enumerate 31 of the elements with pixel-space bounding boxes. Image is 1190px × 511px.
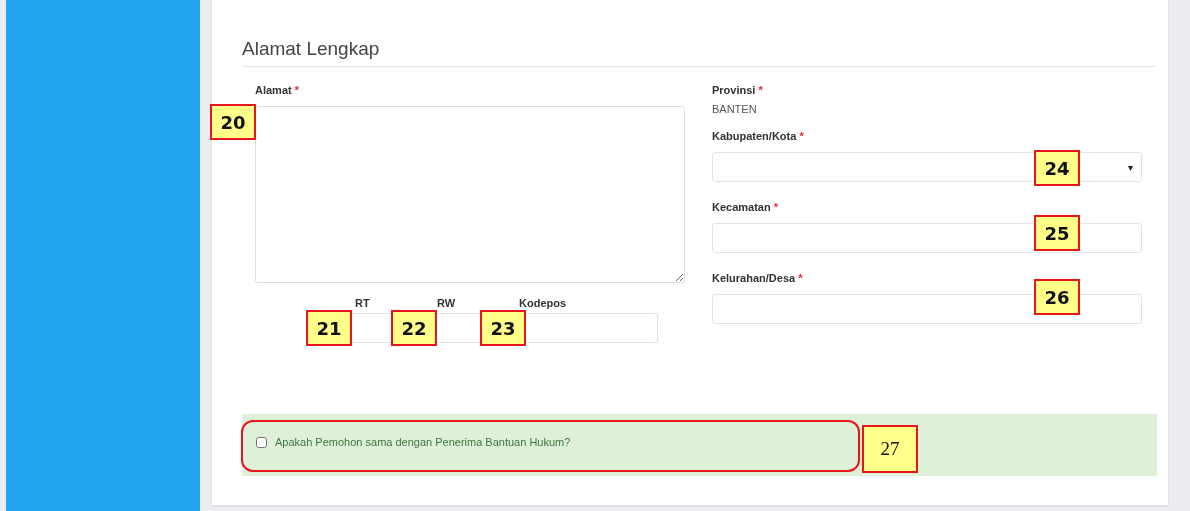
required-mark: *	[294, 84, 300, 96]
section-title: Alamat Lengkap	[242, 38, 1156, 67]
required-mark: *	[773, 201, 779, 213]
field-label: Kelurahan/Desa *	[712, 272, 804, 285]
callout-label: 21	[306, 310, 352, 346]
field-label: RW	[436, 297, 457, 310]
checkbox[interactable]	[256, 436, 267, 448]
required-mark: *	[758, 84, 763, 96]
callout-label: 27	[862, 425, 918, 473]
callout-label: 25	[1034, 215, 1080, 251]
input-field[interactable]	[352, 313, 391, 343]
field-label: Kodepos	[518, 297, 568, 310]
input-field[interactable]	[437, 313, 480, 343]
required-mark: *	[798, 272, 803, 284]
field-label: Alamat *	[255, 84, 301, 97]
field-label: RT	[354, 297, 371, 310]
callout-label: 26	[1034, 279, 1080, 315]
caret-icon: ▾	[1128, 161, 1133, 173]
input-field[interactable]	[712, 223, 1142, 253]
checkbox-label: Apakah Pemohon sama dengan Penerima Bantuan Hukum?	[275, 436, 571, 448]
callout-label: 23	[480, 310, 526, 346]
field-label: Provinsi *	[712, 84, 764, 97]
address-field[interactable]	[255, 106, 685, 283]
callout-label: 24	[1034, 150, 1080, 186]
required-mark: *	[799, 130, 804, 142]
callout-label: 20	[210, 104, 256, 140]
field-label: Kabupaten/Kota *	[712, 130, 805, 143]
input-field[interactable]	[526, 313, 658, 343]
province-value: BANTEN	[712, 103, 758, 115]
field-label: Kecamatan *	[712, 201, 780, 214]
callout-label: 22	[391, 310, 437, 346]
